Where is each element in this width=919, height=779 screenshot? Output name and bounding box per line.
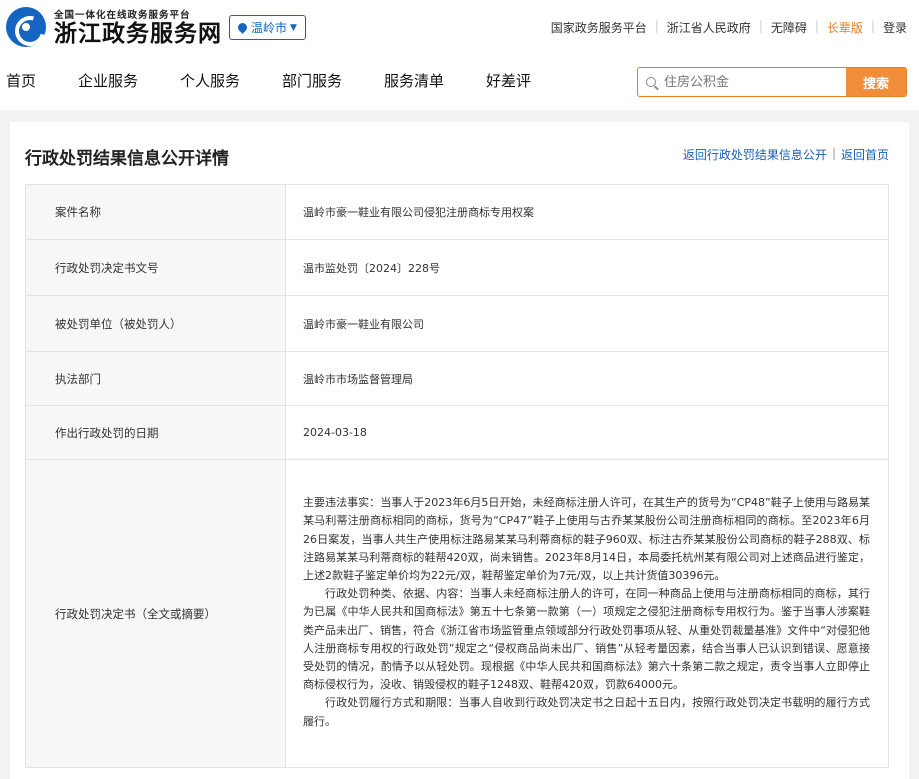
row-label: 被处罚单位（被处罚人） [25,295,286,352]
site-logo[interactable]: 全国一体化在线政务服务平台 浙江政务服务网 [6,7,222,47]
detail-panel: 行政处罚结果信息公开详情 返回行政处罚结果信息公开 | 返回首页 案件名称 温岭… [10,122,909,779]
nav-item-department[interactable]: 部门服务 [282,70,342,91]
link-national-platform[interactable]: 国家政务服务平台 [543,19,655,36]
logo-title: 浙江政务服务网 [54,20,222,47]
nav-item-service-list[interactable]: 服务清单 [384,70,444,91]
region-label: 温岭市 [251,21,288,35]
table-row: 执法部门 温岭市市场监督管理局 [25,351,889,406]
row-value-date: 2024-03-18 [285,405,889,460]
link-elder-mode[interactable]: 长辈版 [819,19,871,36]
row-value-case-name: 温岭市豪一鞋业有限公司侵犯注册商标专用权案 [285,184,889,240]
nav-item-rating[interactable]: 好差评 [486,70,531,91]
nav-item-personal[interactable]: 个人服务 [180,70,240,91]
row-label: 案件名称 [25,184,286,240]
decision-facts: 主要违法事实：当事人于2023年6月5日开始，未经商标注册人许可，在其生产的货号… [303,496,870,582]
search-icon [638,68,664,96]
link-accessibility[interactable]: 无障碍 [763,19,815,36]
table-row: 行政处罚决定书（全文或摘要） 主要违法事实：当事人于2023年6月5日开始，未经… [25,459,889,768]
row-value-decision: 主要违法事实：当事人于2023年6月5日开始，未经商标注册人许可，在其生产的货号… [285,459,889,768]
row-value-department: 温岭市市场监督管理局 [285,351,889,406]
top-links: 国家政务服务平台 | 浙江省人民政府 | 无障碍 | 长辈版 | 登录 [543,19,907,36]
row-value-penalized-party: 温岭市豪一鞋业有限公司 [285,295,889,352]
table-row: 行政处罚决定书文号 温市监处罚〔2024〕228号 [25,239,889,296]
back-links: 返回行政处罚结果信息公开 | 返回首页 [683,146,889,163]
nav-item-home[interactable]: 首页 [6,70,36,91]
row-label: 行政处罚决定书（全文或摘要） [25,459,286,768]
row-label: 执法部门 [25,351,286,406]
back-to-list-link[interactable]: 返回行政处罚结果信息公开 [683,146,827,163]
row-value-doc-number: 温市监处罚〔2024〕228号 [285,239,889,296]
search-bar: 搜索 [637,67,907,97]
region-selector[interactable]: 温岭市 ▼ [229,15,306,40]
logo-subtitle: 全国一体化在线政务服务平台 [54,10,191,21]
back-to-home-link[interactable]: 返回首页 [841,146,889,163]
table-row: 案件名称 温岭市豪一鞋业有限公司侵犯注册商标专用权案 [25,184,889,240]
decision-fulfillment: 行政处罚履行方式和期限：当事人自收到行政处罚决定书之日起十五日内，按照行政处罚决… [303,696,870,728]
page-title: 行政处罚结果信息公开详情 [25,149,229,169]
location-pin-icon [236,21,249,34]
caret-down-icon: ▼ [290,22,297,33]
table-row: 作出行政处罚的日期 2024-03-18 [25,405,889,460]
search-button[interactable]: 搜索 [846,68,906,96]
link-login[interactable]: 登录 [875,19,907,36]
link-provincial-government[interactable]: 浙江省人民政府 [659,19,759,36]
logo-emblem-icon [6,7,46,47]
search-input[interactable] [664,68,846,96]
site-header: 全国一体化在线政务服务平台 浙江政务服务网 温岭市 ▼ 国家政务服务平台 | 浙… [0,0,919,110]
decision-penalty: 行政处罚种类、依据、内容：当事人未经商标注册人的许可，在同一种商品上使用与注册商… [303,587,870,692]
row-label: 作出行政处罚的日期 [25,405,286,460]
detail-table: 案件名称 温岭市豪一鞋业有限公司侵犯注册商标专用权案 行政处罚决定书文号 温市监… [25,184,889,768]
table-row: 被处罚单位（被处罚人） 温岭市豪一鞋业有限公司 [25,295,889,352]
divider: | [831,146,836,160]
row-label: 行政处罚决定书文号 [25,239,286,296]
nav-item-business[interactable]: 企业服务 [78,70,138,91]
